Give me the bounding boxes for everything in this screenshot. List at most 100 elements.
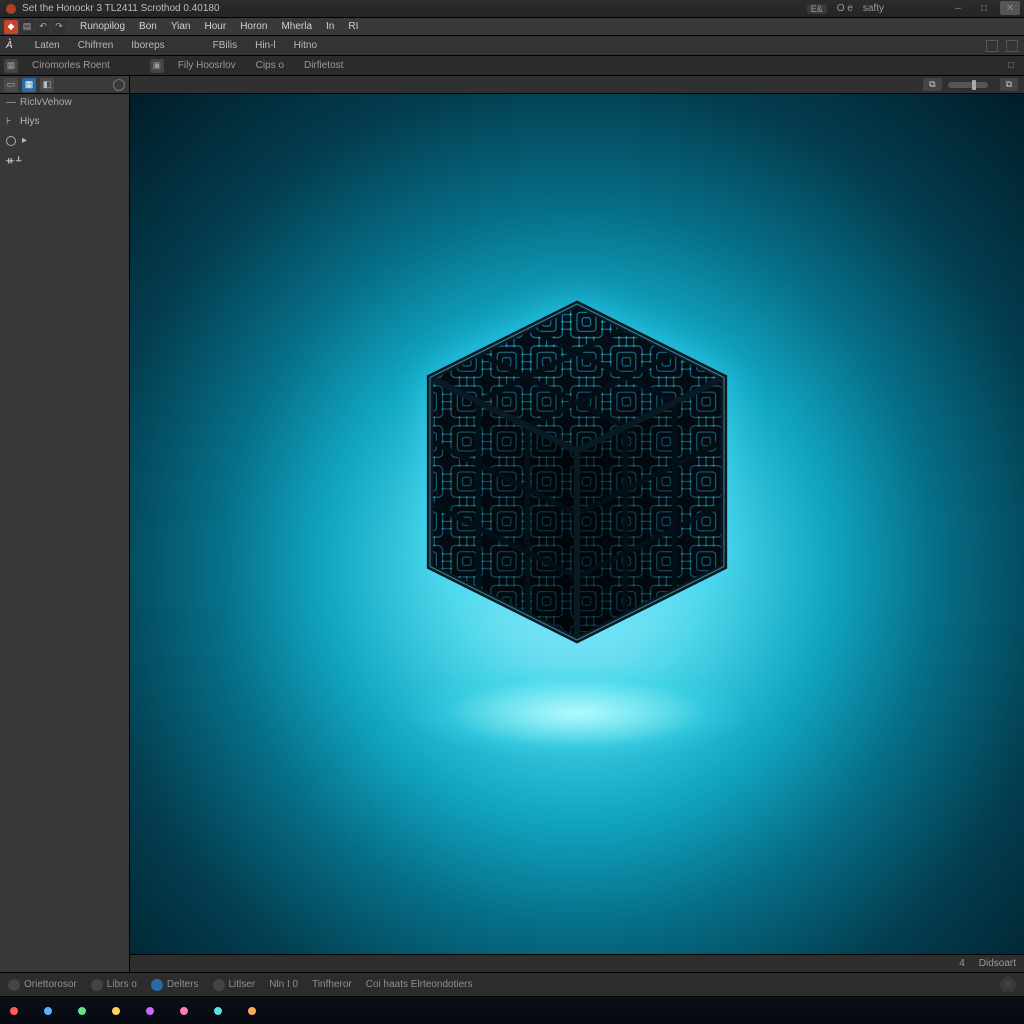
redo-icon[interactable]: ↷ [52,20,66,34]
left-panel-body: ⊦ Hiys ▸ ᚑᚆ [0,110,129,173]
option-1[interactable]: Chifrren [74,40,118,51]
tool-grid-icon[interactable]: ▦ [22,78,36,92]
option-5[interactable]: Hitno [290,40,321,51]
status-user-icon [8,979,20,991]
canvas-viewport[interactable] [130,94,1024,954]
tab-strip: ▦ Ciromorles Roent ▣ Fily Hoosrlov Cips … [0,56,1024,76]
menu-prefix-icons: ◆ ▤ ↶ ↷ [4,20,66,34]
menu-bar: ◆ ▤ ↶ ↷ Runopilog Bon Yian Hour Horon Mh… [0,18,1024,36]
taskbar-app-4-icon[interactable] [112,1007,120,1015]
tabstrip-grid-icon[interactable]: ▦ [4,59,18,73]
window-minimize-button[interactable]: – [948,1,968,15]
tab-0[interactable]: Fily Hoosrlov [172,60,242,71]
status-item-1[interactable]: Librs о [91,979,137,991]
titlebar-extra-a[interactable]: E& [807,4,827,14]
branch-icon: ᚑᚆ [6,154,23,167]
left-panel-title: RiclvVehow [20,97,72,108]
status-label-2: Delters [167,979,199,990]
tabstrip-folder-icon[interactable]: ▣ [150,59,164,73]
os-taskbar [0,996,1024,1024]
titlebar-extras: E& O e safty [807,0,884,17]
menu-item-6[interactable]: In [320,20,340,33]
tool-cursor-icon[interactable]: ◧ [40,78,54,92]
window-title: Set the Honockr 3 TL2411 Scrothod 0.4018… [22,3,220,14]
left-panel-line1-label: Hiys [20,116,39,127]
taskbar-app-6-icon[interactable] [180,1007,188,1015]
status-label-6: Coi haats Elrteondotiers [366,979,473,990]
titlebar-extra-c[interactable]: safty [863,3,884,14]
status-label-0: Oriettorosor [24,979,77,990]
menu-item-5[interactable]: Mherla [275,20,318,33]
window-titlebar: Set the Honockr 3 TL2411 Scrothod 0.4018… [0,0,1024,18]
status-right: ◌ [1000,977,1016,993]
tab-2[interactable]: Dirfietost [298,60,349,71]
undo-icon[interactable]: ↶ [36,20,50,34]
menu-item-7[interactable]: RI [342,20,364,33]
rendered-cube [367,262,787,682]
play-icon: ▸ [22,135,27,146]
work-area: ▭ ▦ ◧ — RiclvVehow ⊦ Hiys ▸ ᚑᚆ [0,76,1024,972]
tabstrip-close-icon[interactable]: □ [1004,59,1018,73]
canvas-footer-label[interactable]: Didsoart [979,958,1016,969]
tool-swatch-icon[interactable]: ▭ [4,78,18,92]
canvas-footer: 4 Didsoart [130,954,1024,972]
left-tool-panel: ▭ ▦ ◧ — RiclvVehow ⊦ Hiys ▸ ᚑᚆ [0,76,130,972]
status-label-4: Nln I 0 [269,979,298,990]
menu-item-3[interactable]: Hour [199,20,233,33]
status-book-icon [91,979,103,991]
status-label-3: Litlser [229,979,256,990]
left-panel-line-3[interactable]: ᚑᚆ [6,154,123,167]
menu-item-0[interactable]: Runopilog [74,20,131,33]
ring-icon [6,136,16,146]
titlebar-extra-b[interactable]: O e [837,3,853,14]
taskbar-app-8-icon[interactable] [248,1007,256,1015]
menu-item-2[interactable]: Yian [165,20,197,33]
canvas-column: ⧉ ⧉ [130,76,1024,972]
option-4[interactable]: Hin-l [251,40,280,51]
taskbar-app-2-icon[interactable] [44,1007,52,1015]
status-label-1: Librs о [107,979,137,990]
options-restore-icon[interactable] [1006,40,1018,52]
status-label-5: Tinfheror [312,979,352,990]
option-0[interactable]: Laten [31,40,64,51]
taskbar-app-3-icon[interactable] [78,1007,86,1015]
status-chat-icon[interactable]: ◌ [1000,977,1016,993]
status-item-4[interactable]: Nln I 0 [269,979,298,990]
left-panel-line-1: ⊦ Hiys [6,116,123,127]
canvas-chip-1[interactable]: ⧉ [923,78,941,91]
left-panel-line-2[interactable]: ▸ [6,135,123,146]
tabstrip-left-label[interactable]: Ciromorles Roent [26,60,116,71]
options-lead-glyph[interactable]: A͛ [6,40,13,51]
window-close-button[interactable]: ✕ [1000,1,1020,15]
app-badge-icon[interactable]: ◆ [4,20,18,34]
tool-wheel-icon[interactable] [113,79,125,91]
status-item-2[interactable]: Delters [151,979,199,991]
window-maximize-button[interactable]: □ [974,1,994,15]
clipboard-icon[interactable]: ▤ [20,20,34,34]
option-3[interactable]: FBilis [209,40,241,51]
status-item-5[interactable]: Tinfheror [312,979,352,990]
status-bar: Oriettorosor Librs о Delters Litlser Nln… [0,972,1024,996]
status-item-3[interactable]: Litlser [213,979,256,991]
zoom-slider[interactable] [948,82,988,88]
app-icon [6,4,16,14]
menu-item-4[interactable]: Horon [234,20,273,33]
options-right-cluster [986,40,1018,52]
taskbar-app-1-icon[interactable] [10,1007,18,1015]
options-bar: A͛ Laten Chifrren Iboreps FBilis Hin-l H… [0,36,1024,56]
options-minimize-icon[interactable] [986,40,998,52]
tool-row-icons: ▭ ▦ ◧ [0,76,129,94]
status-layers-icon [151,979,163,991]
left-panel-header: — RiclvVehow [0,94,129,110]
status-doc-icon [213,979,225,991]
option-2[interactable]: Iboreps [127,40,168,51]
canvas-footer-num: 4 [959,958,965,969]
menu-item-1[interactable]: Bon [133,20,163,33]
canvas-chip-2[interactable]: ⧉ [1000,78,1018,91]
tab-1[interactable]: Cips o [250,60,290,71]
taskbar-app-5-icon[interactable] [146,1007,154,1015]
status-item-6[interactable]: Coi haats Elrteondotiers [366,979,473,990]
status-item-0[interactable]: Oriettorosor [8,979,77,991]
taskbar-app-7-icon[interactable] [214,1007,222,1015]
canvas-header: ⧉ ⧉ [130,76,1024,94]
